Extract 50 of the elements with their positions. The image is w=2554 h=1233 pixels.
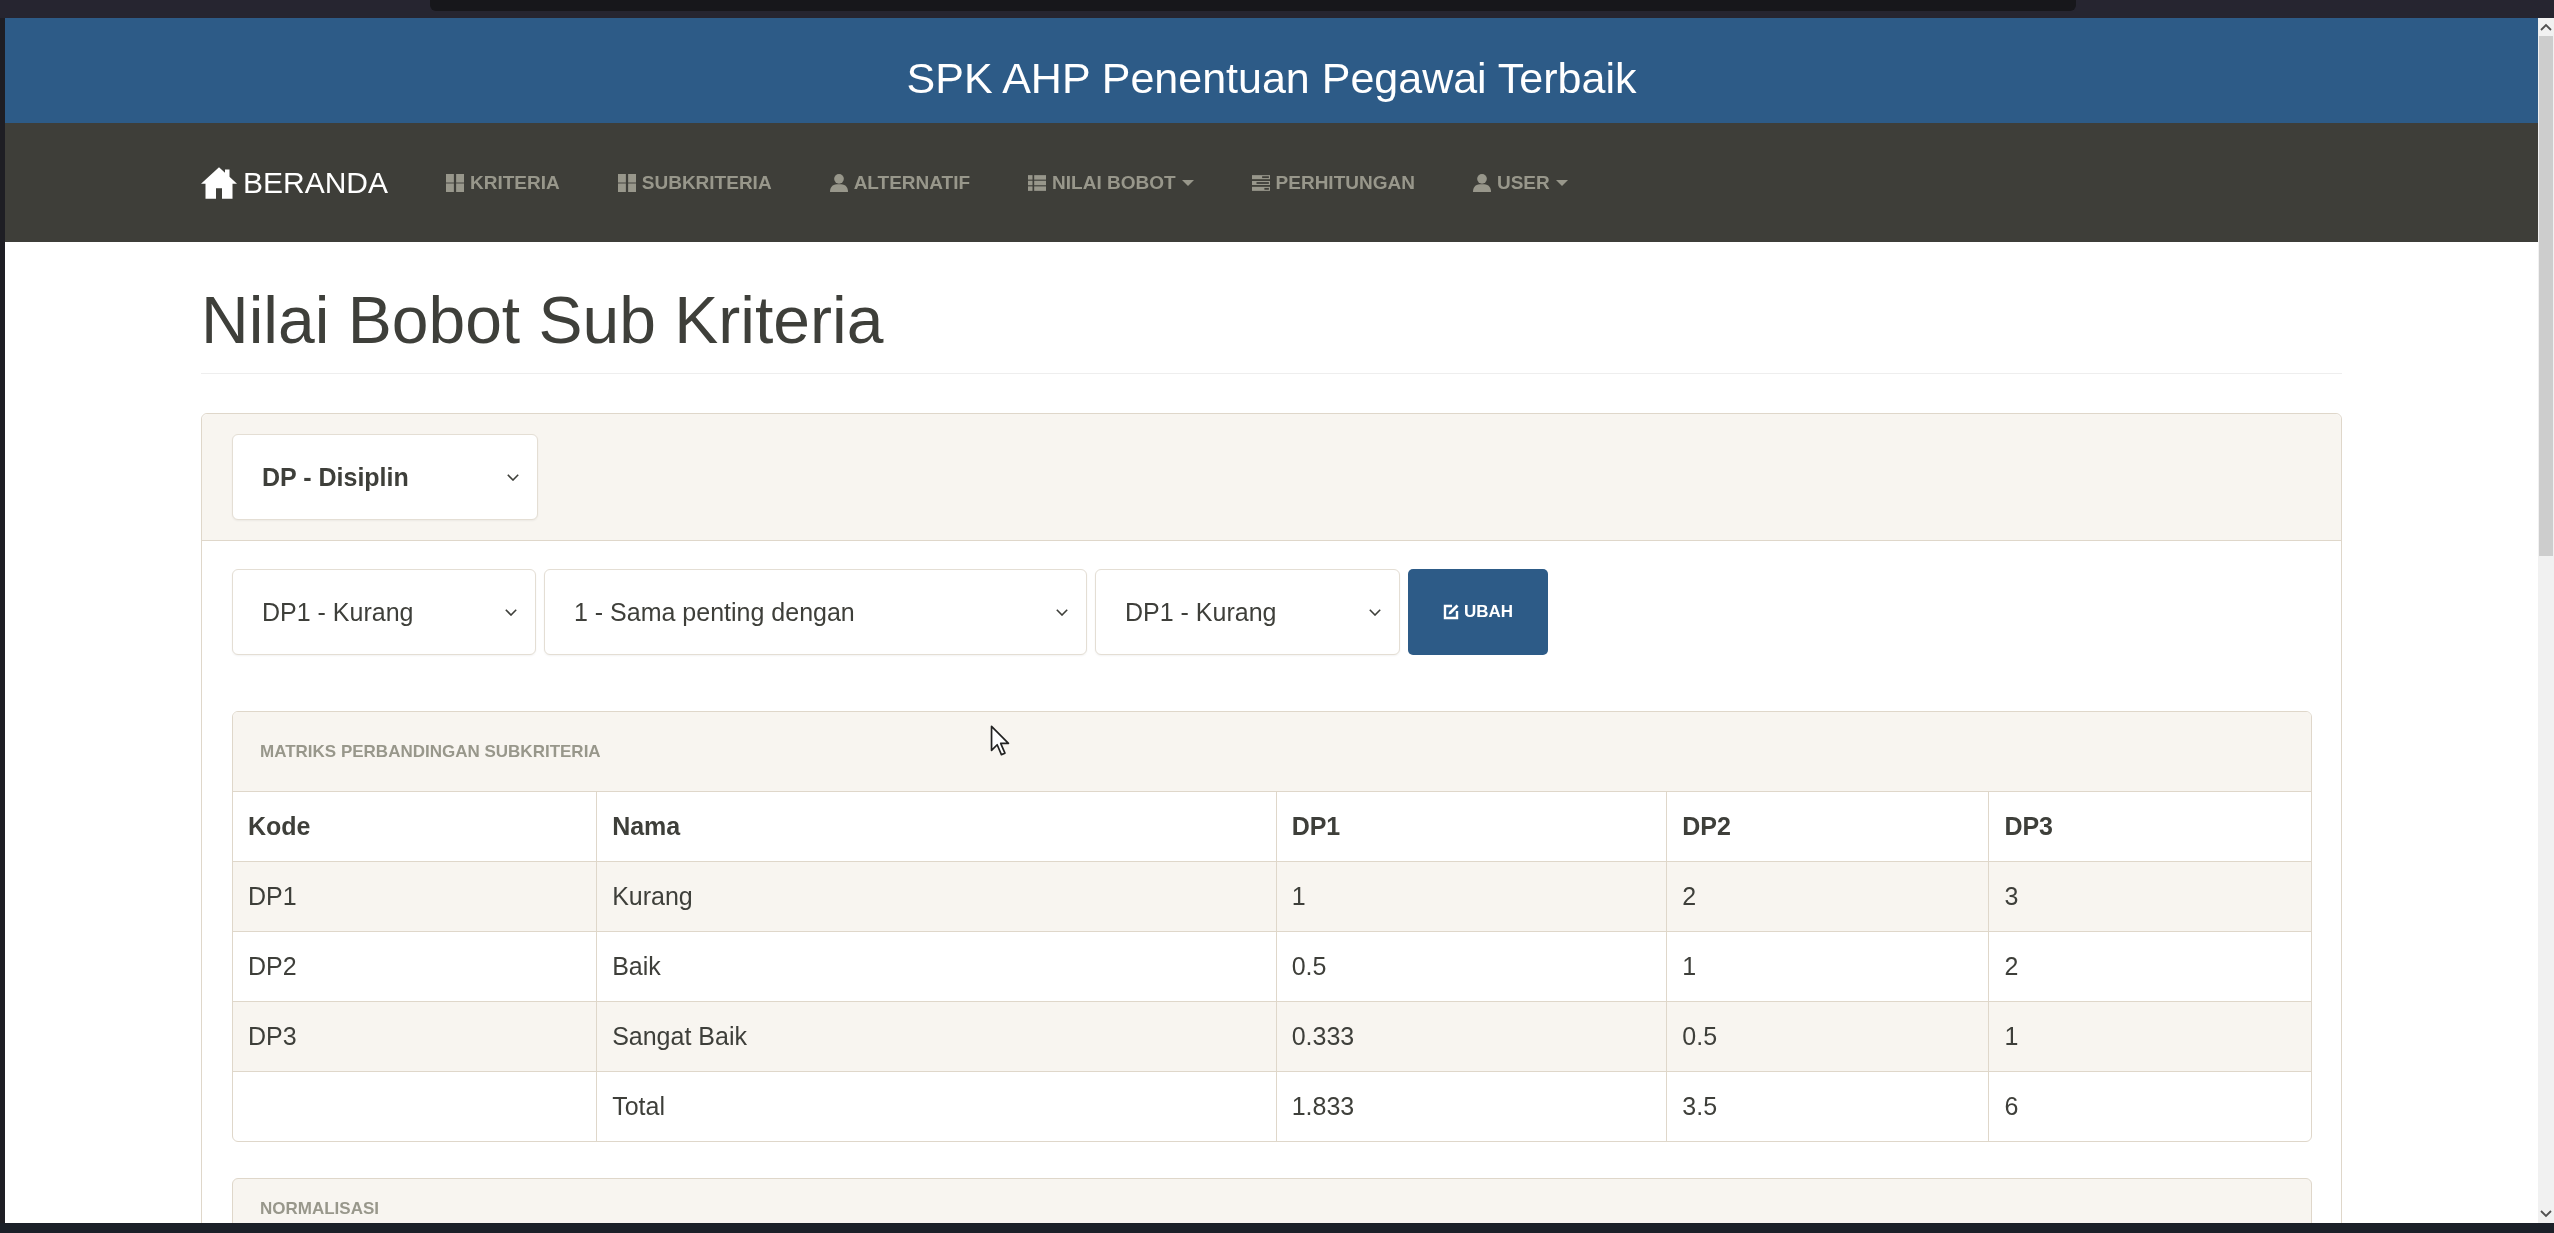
table-cell: 0.333 bbox=[1276, 1001, 1667, 1072]
user-icon bbox=[1472, 173, 1491, 192]
dropdown-select[interactable]: 1 - Sama penting dengan bbox=[544, 569, 1087, 655]
table-cell: DP3 bbox=[233, 1001, 597, 1072]
dropdown-select[interactable]: DP1 - Kurang bbox=[1095, 569, 1400, 655]
home-icon bbox=[201, 166, 237, 199]
table-cell: Sangat Baik bbox=[596, 1001, 1277, 1072]
user-icon bbox=[829, 173, 848, 192]
dropdown-select[interactable]: DP1 - Kurang bbox=[232, 569, 536, 655]
nav-link[interactable]: NILAI BOBOT bbox=[1028, 171, 1194, 194]
nav-link[interactable]: PERHITUNGAN bbox=[1251, 171, 1415, 194]
table-cell: 3 bbox=[1988, 861, 2311, 932]
nav-link[interactable]: KRITERIA bbox=[446, 171, 560, 194]
grid-icon bbox=[446, 173, 465, 192]
chevron-down-icon bbox=[507, 473, 519, 481]
table-cell: 1.833 bbox=[1276, 1071, 1667, 1141]
chevron-down-icon[interactable] bbox=[2540, 1210, 2552, 1218]
edit-button[interactable]: UBAH bbox=[1408, 569, 1548, 655]
nav-link[interactable]: SUBKRITERIA bbox=[617, 171, 772, 194]
scrollbar[interactable] bbox=[2538, 18, 2554, 1223]
chevron-down-icon bbox=[1056, 608, 1068, 616]
table-cell: Kurang bbox=[596, 861, 1277, 932]
nav-link[interactable]: ALTERNATIF bbox=[829, 171, 971, 194]
chevron-down-icon bbox=[505, 608, 517, 616]
table-cell: 1 bbox=[1276, 861, 1667, 932]
chevron-up-icon[interactable] bbox=[2540, 23, 2552, 31]
cursor-icon bbox=[990, 725, 1010, 756]
table-cell: 0.5 bbox=[1666, 1001, 1989, 1072]
scrollbar-thumb[interactable] bbox=[2539, 36, 2553, 556]
column-header: Kode bbox=[233, 792, 597, 862]
table-cell: 2 bbox=[1666, 861, 1989, 932]
table-cell: Total bbox=[596, 1071, 1277, 1141]
tasks-icon bbox=[1251, 173, 1270, 192]
caret-icon bbox=[1555, 179, 1568, 186]
chevron-down-icon bbox=[1369, 608, 1381, 616]
panel-title: NORMALISASI bbox=[260, 1199, 379, 1219]
criteria-select[interactable]: DP - Disiplin bbox=[232, 434, 538, 520]
edit-icon bbox=[1442, 604, 1459, 620]
site-title: SPK AHP Penentuan Pegawai Terbaik bbox=[906, 52, 1637, 104]
table-cell: 3.5 bbox=[1666, 1071, 1989, 1141]
panel-title: MATRIKS PERBANDINGAN SUBKRITERIA bbox=[260, 741, 601, 762]
grid-icon bbox=[617, 173, 636, 192]
page-title: Nilai Bobot Sub Kriteria bbox=[201, 282, 885, 359]
caret-icon bbox=[1181, 179, 1194, 186]
table-cell: 1 bbox=[1988, 1001, 2311, 1072]
nav-link[interactable]: USER bbox=[1472, 171, 1568, 194]
table-cell: 6 bbox=[1988, 1071, 2311, 1141]
list-icon bbox=[1028, 173, 1047, 192]
home-link[interactable]: BERANDA bbox=[201, 165, 389, 200]
table-cell: DP1 bbox=[233, 861, 597, 932]
